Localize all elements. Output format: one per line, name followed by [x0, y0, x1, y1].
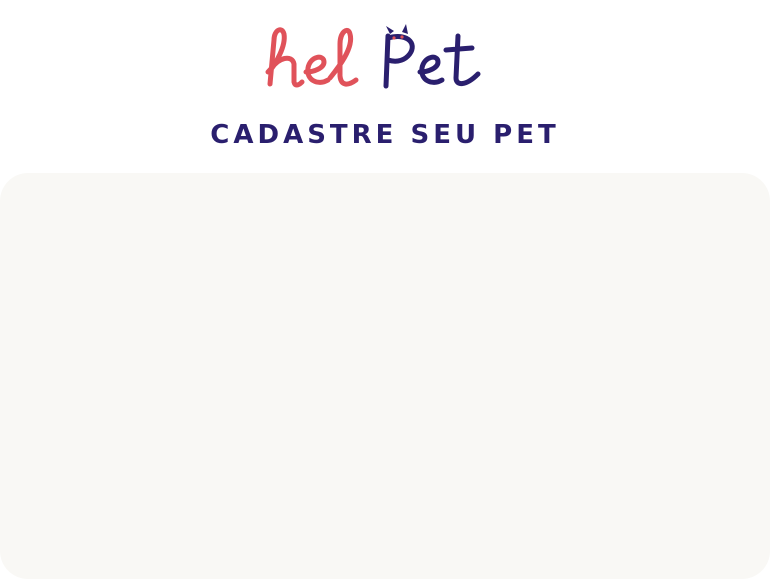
helpet-logo [262, 24, 488, 94]
page: CADASTRE SEU PET [0, 0, 770, 579]
form-panel [0, 173, 770, 579]
page-title: CADASTRE SEU PET [210, 120, 560, 150]
